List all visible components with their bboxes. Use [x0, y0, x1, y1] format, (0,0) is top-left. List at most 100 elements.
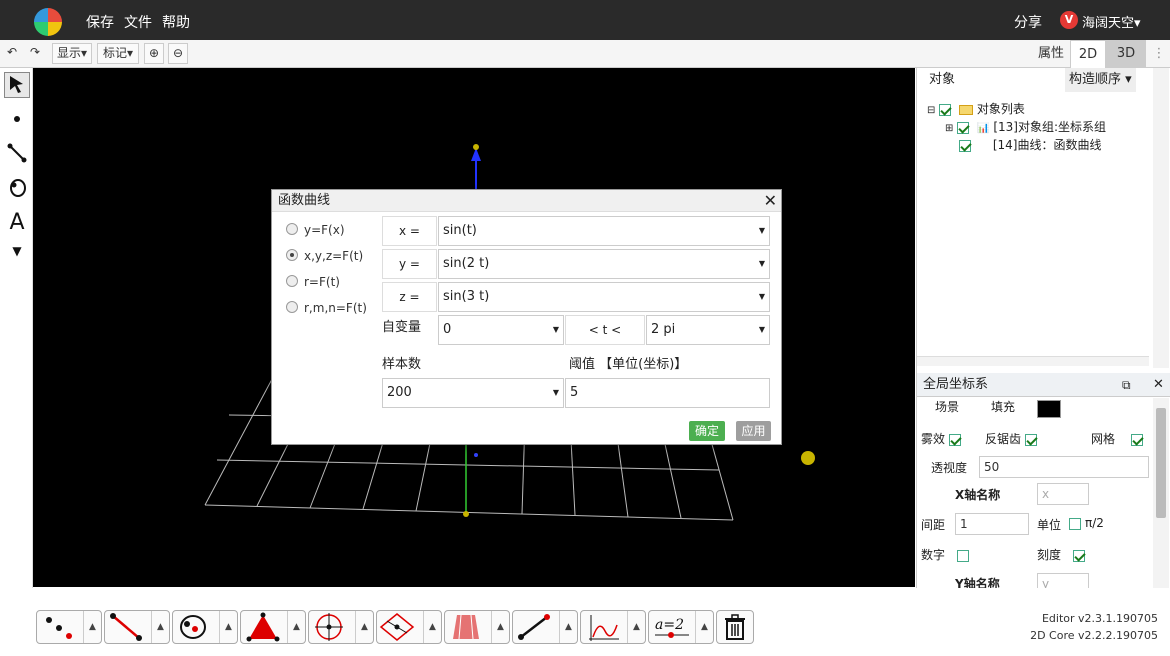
text-tool-icon[interactable]: A [4, 210, 30, 236]
expand-caret-icon[interactable]: ▲ [355, 611, 373, 643]
dropdown-caret-icon[interactable]: ▼ [759, 283, 765, 311]
expand-caret-icon[interactable]: ▲ [423, 611, 441, 643]
checkbox-axes[interactable] [957, 121, 970, 134]
dropdown-caret-icon[interactable]: ▼ [553, 379, 559, 407]
free-point[interactable] [801, 451, 815, 465]
antialias-checkbox[interactable] [1024, 433, 1037, 446]
threshold-input[interactable]: 5 [565, 378, 770, 408]
user-menu[interactable]: 海阔天空▾ [1082, 12, 1141, 31]
tree-item-axes[interactable]: ⊞ 📊 [13]对象组:坐标系组 [945, 118, 1106, 135]
measure-tools-group[interactable]: ▲ [512, 610, 578, 644]
construct-tools-group[interactable]: ▲ [308, 610, 374, 644]
line-tools-group[interactable]: ▲ [104, 610, 170, 644]
ok-button[interactable]: 确定 [689, 421, 725, 441]
dropdown-caret-icon[interactable]: ▼ [759, 217, 765, 245]
tab-2d[interactable]: 2D [1070, 40, 1106, 68]
fog-checkbox[interactable] [948, 433, 961, 446]
radio-icon[interactable] [286, 275, 298, 287]
zoom-out-icon[interactable]: ⊖ [168, 43, 188, 64]
x-equation-input[interactable]: sin(t) ▼ [438, 216, 770, 246]
collapse-icon[interactable]: ⊟ [927, 105, 935, 116]
grid-checkbox[interactable] [1130, 433, 1143, 446]
pi-half-checkbox[interactable] [1069, 517, 1081, 530]
scrollbar-thumb[interactable] [1156, 408, 1166, 518]
undo-button[interactable]: ↶ [2, 43, 22, 64]
samples-input[interactable]: 200 ▼ [382, 378, 564, 408]
point-tool-icon[interactable] [4, 108, 30, 134]
z-axis-end-point[interactable] [473, 144, 479, 150]
expand-icon[interactable]: ⊞ [945, 123, 953, 134]
popout-icon[interactable]: ⧉ [1122, 373, 1131, 397]
pointer-tool-icon[interactable] [4, 72, 30, 98]
user-avatar[interactable]: V [1060, 11, 1078, 29]
close-icon[interactable]: ✕ [764, 191, 777, 211]
display-dropdown[interactable]: 显示▾ [52, 43, 92, 64]
dropdown-caret-icon[interactable]: ▼ [759, 250, 765, 278]
z-equation-input[interactable]: sin(3 t) ▼ [438, 282, 770, 312]
radio-icon[interactable] [286, 223, 298, 235]
fill-color-swatch[interactable] [1037, 400, 1061, 418]
expand-caret-icon[interactable]: ▲ [83, 611, 101, 643]
trash-icon [725, 614, 745, 640]
x-axis-name-input[interactable]: x [1037, 483, 1089, 505]
more-icon[interactable]: ⋮ [1150, 40, 1168, 68]
checkbox-root[interactable] [939, 103, 952, 116]
tab-properties[interactable]: 属性 [1034, 40, 1068, 68]
mark-dropdown[interactable]: 标记▾ [97, 43, 139, 64]
props-scrollbar[interactable] [1153, 398, 1169, 608]
parameter-tools-group[interactable]: a=2 ▲ [648, 610, 714, 644]
delete-button[interactable] [716, 610, 754, 644]
order-dropdown[interactable]: 构造顺序 ▾ [1065, 68, 1136, 92]
transform-tools-group[interactable]: ▲ [376, 610, 442, 644]
tree-scrollbar[interactable] [1153, 68, 1169, 368]
radio-selected-icon[interactable] [286, 249, 298, 261]
opacity-input[interactable]: 50 [979, 456, 1149, 478]
menu-save[interactable]: 保存 [86, 12, 114, 32]
axis-point[interactable] [474, 453, 478, 457]
solid-tools-group[interactable]: ▲ [444, 610, 510, 644]
variable-from-input[interactable]: 0 ▼ [438, 315, 564, 345]
menu-file[interactable]: 文件 [124, 12, 152, 32]
expand-caret-icon[interactable]: ▲ [491, 611, 509, 643]
app-logo[interactable] [34, 8, 62, 36]
zoom-in-icon[interactable]: ⊕ [144, 43, 164, 64]
apply-button[interactable]: 应用 [736, 421, 771, 441]
checkbox-curve[interactable] [959, 139, 971, 152]
mode-option-yfx[interactable]: y=F(x) [286, 223, 345, 237]
expand-caret-icon[interactable]: ▲ [559, 611, 577, 643]
radio-icon[interactable] [286, 301, 298, 313]
y-equation-input[interactable]: sin(2 t) ▼ [438, 249, 770, 279]
mode-option-xyzft[interactable]: x,y,z=F(t) [286, 249, 363, 263]
variable-to-value: 2 pi [651, 322, 676, 337]
expand-caret-icon[interactable]: ▲ [219, 611, 237, 643]
more-tools-caret-icon[interactable]: ▼ [4, 238, 30, 264]
mode-option-rft[interactable]: r=F(t) [286, 275, 340, 289]
tick-checkbox[interactable] [1072, 549, 1085, 562]
number-checkbox[interactable] [956, 549, 969, 562]
horizontal-scrollbar[interactable] [917, 356, 1149, 366]
point-tools-group[interactable]: ▲ [36, 610, 102, 644]
origin-point[interactable] [463, 511, 469, 517]
share-button[interactable]: 分享 [1014, 12, 1042, 32]
function-tools-group[interactable]: ▲ [580, 610, 646, 644]
tab-3d[interactable]: 3D [1106, 40, 1146, 68]
variable-to-input[interactable]: 2 pi ▼ [646, 315, 770, 345]
mode-option-rmnft[interactable]: r,m,n=F(t) [286, 301, 367, 315]
dropdown-caret-icon[interactable]: ▼ [553, 316, 559, 344]
expand-caret-icon[interactable]: ▲ [695, 611, 713, 643]
close-panel-icon[interactable]: ✕ [1153, 373, 1164, 397]
expand-caret-icon[interactable]: ▲ [151, 611, 169, 643]
expand-caret-icon[interactable]: ▲ [287, 611, 305, 643]
dropdown-caret-icon[interactable]: ▼ [759, 316, 765, 344]
circle-tool-icon[interactable] [4, 176, 30, 202]
redo-button[interactable]: ↷ [25, 43, 45, 64]
segment-tool-icon[interactable] [4, 142, 30, 168]
polygon-tools-group[interactable]: ▲ [240, 610, 306, 644]
tree-root[interactable]: ⊟ 对象列表 [927, 100, 1025, 117]
menu-help[interactable]: 帮助 [162, 12, 190, 32]
expand-caret-icon[interactable]: ▲ [627, 611, 645, 643]
spacing-input[interactable]: 1 [955, 513, 1029, 535]
tree-item-curve[interactable]: [14]曲线：函数曲线 [959, 136, 1101, 153]
circle-center-icon [315, 613, 343, 641]
circle-tools-group[interactable]: ▲ [172, 610, 238, 644]
